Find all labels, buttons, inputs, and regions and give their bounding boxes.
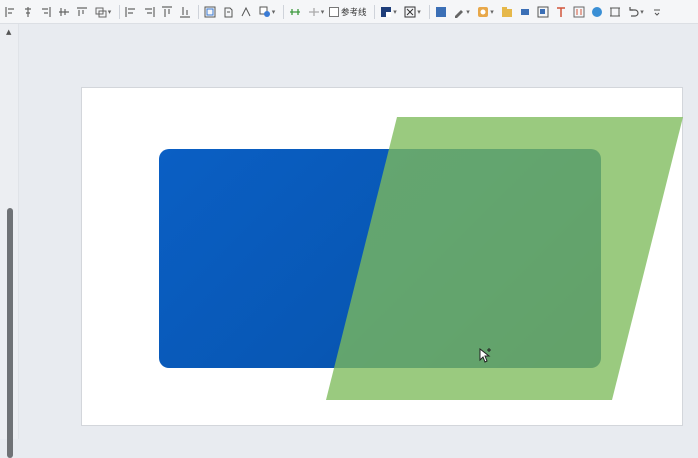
vertical-scrollbar[interactable]: ▲	[0, 24, 19, 458]
toolbar-separator	[119, 4, 120, 19]
move-backward-icon[interactable]: ▾	[305, 4, 327, 20]
rounded-rectangle-shape[interactable]	[159, 149, 601, 368]
circle-shape-icon[interactable]	[589, 4, 605, 20]
checkbox-box[interactable]	[329, 6, 339, 17]
align-middle-icon[interactable]	[56, 4, 72, 20]
distribute-horizontal-icon[interactable]	[123, 4, 139, 20]
text-box-icon[interactable]	[553, 4, 569, 20]
align-edge-bottom-icon[interactable]	[177, 4, 193, 20]
shape-fill-icon[interactable]	[433, 4, 449, 20]
move-forward-icon[interactable]	[287, 4, 303, 20]
scroll-up-arrow-icon[interactable]: ▲	[6, 28, 11, 36]
undo-icon[interactable]: ▾	[625, 4, 647, 20]
frame-icon[interactable]	[607, 4, 623, 20]
gridlines-label: 参考线	[341, 7, 367, 18]
flip-icon[interactable]	[238, 4, 254, 20]
align-right-icon[interactable]	[38, 4, 54, 20]
rotate-icon[interactable]	[220, 4, 236, 20]
align-left-icon[interactable]	[2, 4, 18, 20]
distribute-vertical-icon[interactable]	[141, 4, 157, 20]
insert-shape-icon[interactable]	[517, 4, 533, 20]
move-cursor-icon	[479, 348, 491, 363]
select-pane-icon[interactable]	[202, 4, 218, 20]
more-icon[interactable]	[649, 4, 665, 20]
gridlines-checkbox[interactable]: 参考线	[329, 6, 367, 18]
insert-image-icon[interactable]	[499, 4, 515, 20]
drawing-toolbar: ▾ ▾ ▾ 参考线 ▾ ▾ ▾ ▾ ▾	[0, 0, 698, 24]
crop-icon[interactable]	[535, 4, 551, 20]
align-edge-top-icon[interactable]	[159, 4, 175, 20]
toolbar-separator	[283, 4, 284, 19]
text-fill-icon[interactable]: ▾	[402, 4, 424, 20]
scrollbar-thumb[interactable]	[7, 208, 13, 458]
toolbar-separator	[373, 4, 375, 19]
fill-color-icon[interactable]: ▾	[378, 4, 400, 20]
toolbar-separator	[428, 4, 430, 19]
wordart-icon[interactable]	[571, 4, 587, 20]
toolbar-separator	[198, 4, 199, 19]
align-top-icon[interactable]	[74, 4, 90, 20]
arrange-icon[interactable]: ▾	[256, 4, 278, 20]
group-icon[interactable]: ▾	[92, 4, 114, 20]
pen-icon[interactable]: ▾	[451, 4, 473, 20]
shape-effect-icon[interactable]: ▾	[475, 4, 497, 20]
align-center-icon[interactable]	[20, 4, 36, 20]
